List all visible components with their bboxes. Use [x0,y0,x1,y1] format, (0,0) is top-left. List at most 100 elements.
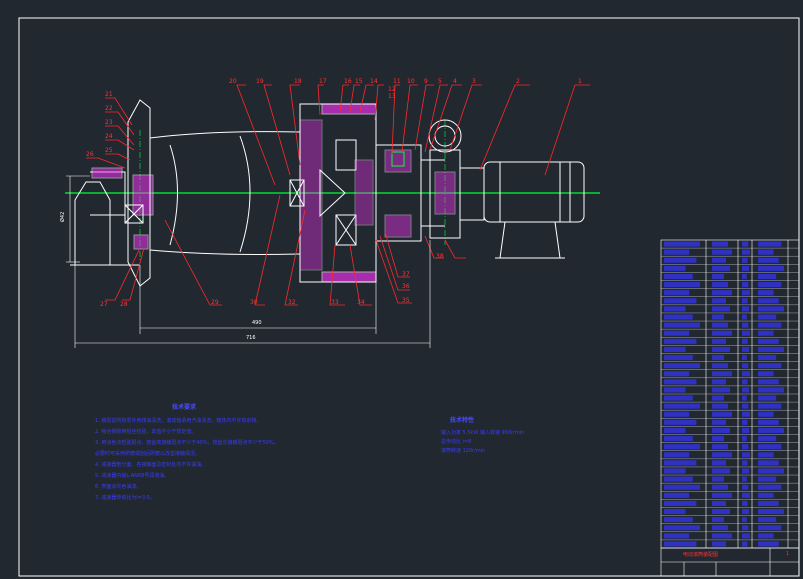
parts-table-cell-text [712,403,728,409]
parts-table-cell-text [742,379,748,385]
part-label-3: 3 [472,78,476,85]
parts-table-cell-text [742,346,750,352]
parts-table-cell-text [742,444,749,450]
parts-table-cell-text [742,306,750,312]
part-label-24: 24 [105,133,113,140]
parts-table-cell-text [742,508,750,515]
parts-table-cell-text [742,411,750,417]
parts-table-cell-text [742,338,748,344]
parts-table-cell-text [712,241,728,247]
parts-table-cell-text [758,322,782,328]
parts-table-cell-text [664,354,693,361]
parts-table-cell-text [712,387,730,393]
part-label-5: 5 [438,78,442,85]
parts-table-cell-text [742,354,747,361]
part-label-16: 16 [344,78,352,85]
parts-table-cell-text [758,265,784,271]
parts-table-cell-text [712,452,732,458]
parts-table-cell-text [742,395,747,401]
parts-table-cell-text [758,436,777,442]
parts-table-cell-text [664,395,693,401]
parts-table-cell-text [742,241,749,247]
parts-table-cell-text [742,282,749,288]
parts-table-cell-text [664,517,693,523]
parts-table-cell-text [712,273,724,280]
parts-table-cell-text [712,322,728,328]
parts-table-cell-text [758,249,774,255]
parts-table-cell-text [742,290,750,296]
parts-table-cell-text [758,460,779,466]
parts-table-cell-text [758,541,779,547]
tech-requirement-line: 6. 表面涂灰色油漆。 [95,484,142,490]
parts-table-cell-text [712,298,726,304]
parts-table-cell-text [758,330,774,336]
parts-table-cell-text [664,314,693,320]
parts-table-cell-text [758,525,782,531]
parts-table-cell-text [664,306,686,312]
parts-table-cell-text [758,282,782,288]
parts-table-cell-text [758,517,777,523]
parts-table-cell-text [742,476,747,482]
tech-spec-line: 总传动比 i=8 [441,439,472,445]
parts-table-cell-text [712,363,728,369]
parts-table-cell-text [664,282,700,288]
part-label-33: 33 [331,299,339,306]
parts-table-cell-text [758,484,782,490]
tech-requirements-title: 技术要求 [172,404,197,411]
part-label-28: 28 [120,301,128,308]
parts-table-cell-text [712,533,732,539]
parts-table-cell-text [742,322,749,328]
parts-table-cell-text [664,452,690,458]
parts-table-cell-text [664,290,690,296]
part-label-37: 37 [402,271,410,278]
parts-table-cell-text [758,363,782,369]
tech-spec-title: 技术特性 [450,417,475,424]
parts-table-cell-text [742,533,750,539]
motor [483,161,585,259]
parts-table-cell-text [758,419,779,425]
parts-table-cell-text [712,265,730,271]
parts-table-cell-text [758,257,779,263]
tech-requirement-line: 2. 啮合侧隙用铅丝检验，其值不小于规定值。 [95,429,197,435]
part-label-21: 21 [105,91,113,98]
parts-table-cell-text [758,468,784,474]
parts-table-cell-text [742,419,748,425]
parts-table-cell-text [758,476,777,482]
tech-requirement-line: 3. 用涂色法检验斑点，按齿高接触斑点不少于40%，按齿长接触斑点不少于50%， [95,440,279,446]
parts-table-cell-text [712,500,726,506]
parts-table-cell-text [664,330,690,336]
part-label-11: 11 [393,78,401,85]
tech-spec-line: 滚筒转速 120r/min [441,448,486,454]
parts-table-cell-text [758,241,782,247]
parts-table-cell-text [664,403,700,409]
part-label-22: 22 [105,105,113,112]
parts-table-cell-text [758,371,774,377]
parts-table-cell-text [758,298,779,304]
tech-requirement-line: 7. 减速器传动比为i=3.5。 [95,495,155,501]
part-label-2: 2 [516,78,520,85]
parts-table-cell-text [758,444,782,450]
parts-table-cell-text [742,371,750,377]
parts-table-cell-text [712,492,732,498]
dimension-height: Ø42 [60,211,66,222]
parts-table-cell-text [742,265,750,271]
parts-table-cell-text [712,468,730,474]
parts-table-cell-text [712,346,730,352]
part-label-34: 34 [357,299,365,306]
parts-table-cell-text [712,306,730,312]
parts-table-cell-text [712,257,726,263]
parts-table-cell-text [742,257,748,263]
parts-table-cell-text [664,476,693,482]
parts-table-cell-text [758,379,779,385]
parts-table-cell-text [664,500,697,506]
parts-table-cell-text [712,436,724,442]
parts-table-cell-text [742,468,750,474]
parts-table-cell-text [742,517,747,523]
part-label-18: 18 [294,78,302,85]
parts-table-cell-text [664,387,686,393]
parts-table-cell-text [664,484,700,490]
tech-requirement-line: 必要时可采用研磨或刮后研磨以改善接触情况。 [95,451,201,457]
parts-table-cell-text [758,387,784,393]
parts-table-cell-text [664,436,693,442]
parts-table-cell-text [712,249,732,255]
